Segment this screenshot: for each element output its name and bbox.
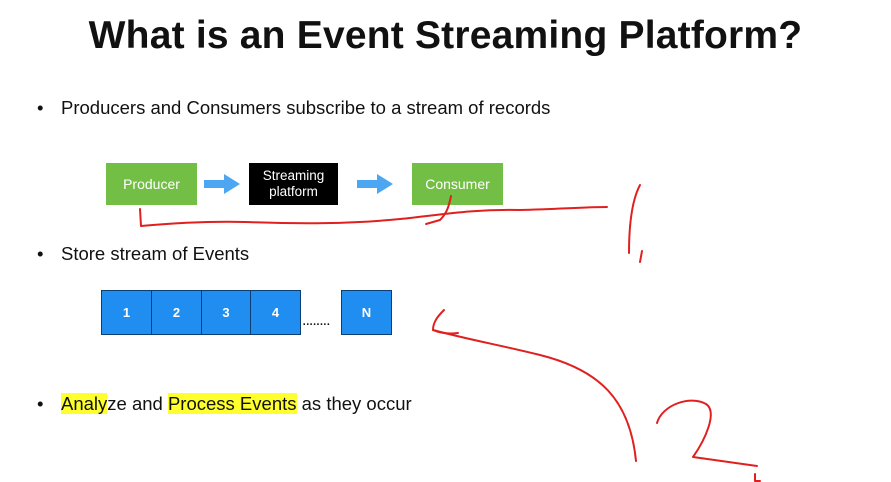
- producer-box: Producer: [106, 163, 197, 205]
- consumer-box: Consumer: [412, 163, 503, 205]
- bullet-text: as they occur: [296, 393, 412, 414]
- stream-cell-last: N: [341, 290, 392, 335]
- stream-cell: 1: [101, 290, 152, 335]
- bullet-text: ze and: [107, 393, 168, 414]
- ink-small-mark: [754, 473, 761, 482]
- slide-title: What is an Event Streaming Platform?: [88, 14, 803, 57]
- streaming-platform-line1: Streaming: [262, 168, 325, 183]
- ink-bracket-underline: [139, 206, 608, 227]
- bullet-marker: •: [37, 243, 44, 264]
- ink-comma-mark: [639, 250, 643, 263]
- bullet-marker: •: [37, 97, 44, 118]
- streaming-platform-line2: platform: [269, 184, 318, 199]
- ink-number-two: [656, 399, 758, 467]
- ink-curved-arrow: [432, 329, 637, 462]
- bullet-marker: •: [37, 393, 44, 414]
- highlighted-text: Analy: [61, 393, 108, 414]
- bullet-store-stream: • Store stream of Events: [37, 243, 249, 265]
- streaming-platform-box: Streaming platform: [249, 163, 338, 205]
- arrow-right-icon: [204, 174, 240, 194]
- stream-cell: 2: [151, 290, 202, 335]
- bullet-text: Store stream of Events: [61, 243, 250, 264]
- bullet-producers-consumers: • Producers and Consumers subscribe to a …: [37, 97, 550, 119]
- highlighted-text: Process Events: [167, 393, 297, 414]
- stream-cell: 3: [201, 290, 251, 335]
- bullet-text: Producers and Consumers subscribe to a s…: [61, 97, 551, 118]
- bullet-analyze-process: • Analyze and Process Events as they occu…: [37, 393, 412, 415]
- stream-cell: 4: [250, 290, 301, 335]
- ink-arrowhead: [432, 309, 459, 335]
- arrow-right-icon: [357, 174, 393, 194]
- ink-number-one: [628, 184, 641, 254]
- stream-ellipsis: ........: [302, 312, 331, 329]
